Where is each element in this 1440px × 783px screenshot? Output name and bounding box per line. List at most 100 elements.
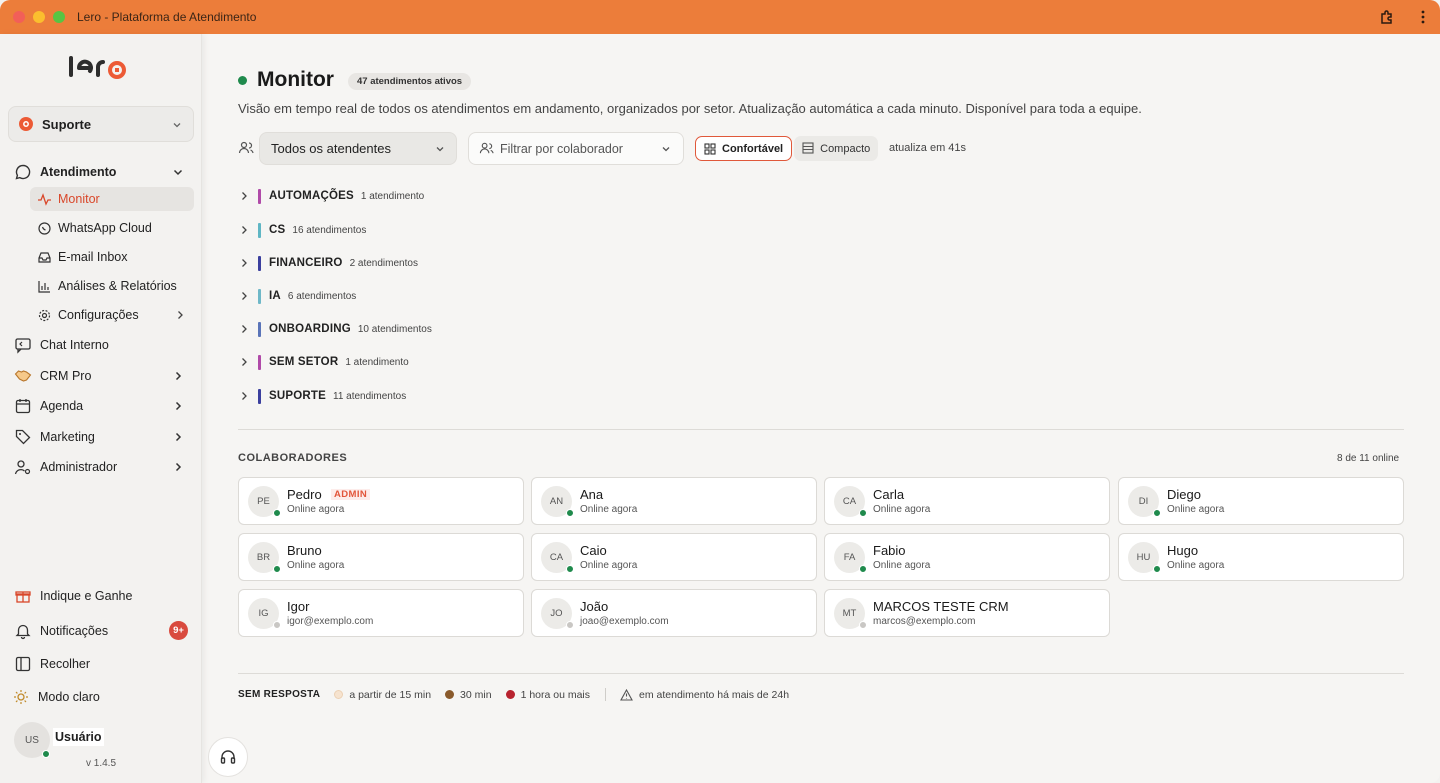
collaborator-card[interactable]: CA Carla Online agora <box>824 477 1110 525</box>
online-status-dot <box>859 565 867 573</box>
sidebar-item-whatsapp-cloud[interactable]: WhatsApp Cloud <box>30 216 194 240</box>
team-label: Suporte <box>42 116 92 132</box>
collaborator-status: Online agora <box>287 560 345 571</box>
collaborator-name: Caio <box>580 543 607 558</box>
sidebar-item-recolher[interactable]: Recolher <box>0 654 202 674</box>
sidebar-item-label: Notificações <box>40 624 109 638</box>
theme-toggle[interactable]: Modo claro <box>0 687 202 707</box>
sector-row[interactable]: ONBOARDING 10 atendimentos <box>238 319 432 339</box>
close-window-button[interactable] <box>13 11 25 23</box>
legend-dot <box>334 690 344 699</box>
team-selector[interactable]: Suporte <box>8 106 194 142</box>
collaborator-status: Online agora <box>1167 560 1225 571</box>
extensions-icon[interactable] <box>1378 8 1396 26</box>
sidebar-group-label: Atendimento <box>40 165 117 179</box>
collaborator-name: Carla <box>873 487 905 502</box>
collaborator-card[interactable]: HU Hugo Online agora <box>1118 533 1404 581</box>
collaborator-name: Igor <box>287 599 310 614</box>
whatsapp-icon <box>38 221 51 235</box>
sidebar-item-label: Administrador <box>40 460 118 474</box>
section-divider <box>238 673 1404 674</box>
minimize-window-button[interactable] <box>33 11 45 23</box>
sidebar-item-notificacoes[interactable]: Notificações 9+ <box>0 621 202 641</box>
activity-icon <box>38 192 51 206</box>
refresh-countdown: atualiza em 41s <box>889 142 967 154</box>
warning-icon <box>620 688 633 701</box>
collaborator-status: Online agora <box>580 504 638 515</box>
sidebar-item-email-inbox[interactable]: E-mail Inbox <box>30 245 194 269</box>
sidebar-item-crm-pro[interactable]: CRM Pro <box>0 366 202 386</box>
sector-row[interactable]: SUPORTE 11 atendimentos <box>238 386 406 406</box>
sidebar-item-monitor[interactable]: Monitor <box>30 187 194 211</box>
chevron-down-icon <box>173 169 183 176</box>
collaborator-status: Online agora <box>873 560 931 571</box>
inbox-icon <box>38 251 51 263</box>
collaborator-card[interactable]: MT MARCOS TESTE CRM marcos@exemplo.com <box>824 589 1110 637</box>
sector-row[interactable]: CS 16 atendimentos <box>238 220 366 240</box>
view-density-toggle: Confortável Compacto <box>695 136 879 161</box>
chevron-right-icon <box>175 462 182 472</box>
collaborator-filter-placeholder: Filtrar por colaborador <box>500 141 623 156</box>
active-count-badge: 47 atendimentos ativos <box>348 73 472 90</box>
sector-row[interactable]: AUTOMAÇÕES 1 atendimento <box>238 186 424 206</box>
users-icon <box>238 141 254 154</box>
sector-count: 10 atendimentos <box>357 323 432 335</box>
chat-icon <box>15 338 31 354</box>
lero-logo <box>69 56 127 79</box>
sidebar-group-atendimento[interactable]: Atendimento <box>0 162 202 182</box>
user-profile[interactable]: US Usuário <box>14 722 114 758</box>
online-status-dot <box>42 750 50 758</box>
sidebar-item-agenda[interactable]: Agenda <box>0 396 202 416</box>
chevron-right-icon <box>242 226 247 234</box>
message-circle-icon <box>15 164 31 180</box>
sidebar-item-administrador[interactable]: Administrador <box>0 457 202 477</box>
legend-label: 1 hora ou mais <box>520 688 591 701</box>
collaborator-card[interactable]: JO João joao@exemplo.com <box>531 589 817 637</box>
view-comfortable-button[interactable]: Confortável <box>695 136 793 161</box>
collaborator-card[interactable]: BR Bruno Online agora <box>238 533 524 581</box>
sidebar-item-marketing[interactable]: Marketing <box>0 427 202 447</box>
sector-name: CS <box>269 224 286 236</box>
grid-icon <box>704 143 716 155</box>
sector-row[interactable]: FINANCEIRO 2 atendimentos <box>238 253 418 273</box>
sidebar-item-label: Chat Interno <box>40 338 109 352</box>
chevron-down-icon <box>173 123 181 128</box>
collaborator-status: Online agora <box>287 504 345 515</box>
sidebar-item-indique[interactable]: Indique e Ganhe <box>0 586 202 606</box>
user-name: Usuário <box>53 728 104 746</box>
more-vertical-icon[interactable] <box>1414 8 1432 26</box>
chevron-right-icon <box>242 192 247 200</box>
sector-name: IA <box>269 290 281 302</box>
collaborator-card[interactable]: DI Diego Online agora <box>1118 477 1404 525</box>
collaborator-filter[interactable]: Filtrar por colaborador <box>468 132 684 165</box>
legend-warning: em atendimento há mais de 24h <box>620 688 789 701</box>
sidebar-item-chat-interno[interactable]: Chat Interno <box>0 335 202 355</box>
collaborator-card[interactable]: AN Ana Online agora <box>531 477 817 525</box>
sidebar-item-configuracoes[interactable]: Configurações <box>30 303 194 327</box>
legend-item: 30 min <box>445 689 492 701</box>
online-status-dot <box>1153 509 1161 517</box>
online-status-dot <box>566 565 574 573</box>
collaborator-card[interactable]: PE Pedro Online agora ADMIN <box>238 477 524 525</box>
sector-row[interactable]: IA 6 atendimentos <box>238 286 356 306</box>
section-divider <box>238 429 1404 430</box>
agents-select[interactable]: Todos os atendentes <box>259 132 457 165</box>
offline-status-dot <box>566 621 574 629</box>
legend-separator <box>605 688 607 701</box>
sector-row[interactable]: SEM SETOR 1 atendimento <box>238 352 409 372</box>
sidebar-item-label: E-mail Inbox <box>58 250 128 264</box>
collaborator-card[interactable]: IG Igor igor@exemplo.com <box>238 589 524 637</box>
sidebar-item-analises[interactable]: Análises & Relatórios <box>30 274 194 298</box>
collaborator-card[interactable]: CA Caio Online agora <box>531 533 817 581</box>
handshake-icon <box>14 370 32 382</box>
collaborator-name: MARCOS TESTE CRM <box>873 599 1009 614</box>
view-compact-button[interactable]: Compacto <box>794 136 879 161</box>
sector-color-bar <box>258 255 261 271</box>
sidebar-item-label: Indique e Ganhe <box>40 589 133 603</box>
maximize-window-button[interactable] <box>53 11 65 23</box>
collaborator-card[interactable]: FA Fabio Online agora <box>824 533 1110 581</box>
sector-count: 1 atendimento <box>345 356 409 368</box>
legend-heading: SEM RESPOSTA <box>238 689 321 700</box>
team-icon <box>19 117 33 131</box>
sidebar-item-label: Análises & Relatórios <box>58 279 177 293</box>
